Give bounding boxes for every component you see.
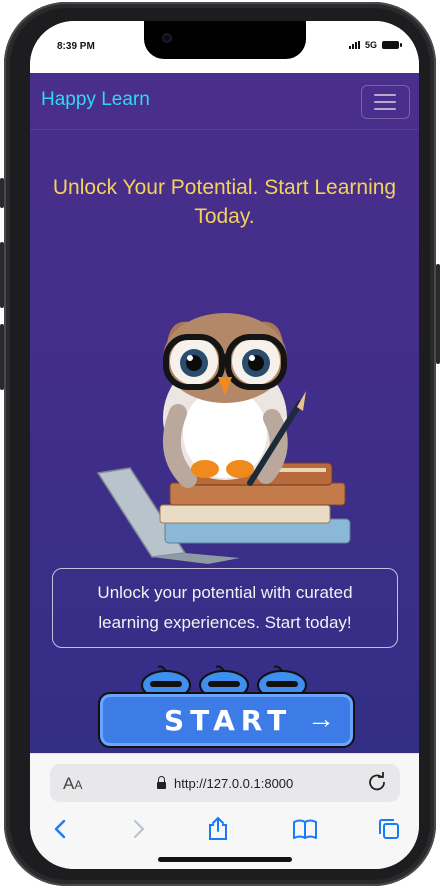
reload-icon[interactable] — [367, 772, 387, 792]
status-indicators: 5G — [348, 40, 402, 50]
browser-toolbar — [30, 812, 419, 846]
battery-icon — [382, 41, 402, 49]
arrow-right-icon: → — [307, 703, 335, 734]
status-time: 8:39 PM — [57, 41, 95, 52]
lock-icon — [157, 776, 166, 789]
address-bar[interactable]: AA http://127.0.0.1:8000 — [50, 764, 400, 802]
owl-body — [163, 313, 306, 488]
browser-bar: AA http://127.0.0.1:8000 — [30, 753, 419, 869]
owl-illustration — [90, 283, 360, 568]
volume-down-button — [0, 324, 4, 390]
forward-icon[interactable] — [125, 816, 151, 842]
text-size-button[interactable]: AA — [63, 774, 82, 794]
navbar: Happy Learn — [30, 73, 419, 130]
tabs-icon[interactable] — [376, 816, 402, 842]
signal-icon — [348, 41, 360, 49]
text-size-small: A — [74, 778, 83, 792]
brand-logo[interactable]: Happy Learn — [41, 89, 150, 111]
share-icon[interactable] — [205, 816, 231, 842]
home-indicator — [158, 857, 292, 862]
hamburger-line — [374, 101, 396, 103]
url-display[interactable]: http://127.0.0.1:8000 — [157, 776, 293, 791]
hamburger-icon — [374, 94, 396, 96]
bookmarks-icon[interactable] — [292, 816, 318, 842]
back-icon[interactable] — [48, 816, 74, 842]
volume-up-button — [0, 242, 4, 308]
intro-card: Unlock your potential with curated learn… — [52, 568, 398, 648]
power-button — [436, 264, 440, 364]
url-text: http://127.0.0.1:8000 — [174, 776, 294, 791]
network-label: 5G — [364, 40, 377, 50]
web-page: Happy Learn Unlock Your Potential. Start… — [30, 73, 419, 753]
intro-card-text: Unlock your potential with curated learn… — [97, 583, 353, 632]
start-button-label: START — [164, 704, 293, 737]
status-bar: 8:39 PM 5G — [30, 21, 419, 73]
hero-headline: Unlock Your Potential. Start Learning To… — [52, 176, 397, 228]
start-button[interactable]: START → — [98, 692, 355, 748]
camera-icon — [162, 33, 172, 43]
phone-side-button — [0, 178, 4, 208]
notch — [144, 21, 306, 59]
menu-toggle-button[interactable] — [361, 85, 410, 119]
hamburger-line — [374, 108, 396, 110]
phone-screen: 8:39 PM 5G Happy Learn Unlock Your Poten… — [30, 21, 419, 869]
phone-frame: 8:39 PM 5G Happy Learn Unlock Your Poten… — [0, 2, 440, 886]
text-size-label: A — [63, 774, 75, 793]
